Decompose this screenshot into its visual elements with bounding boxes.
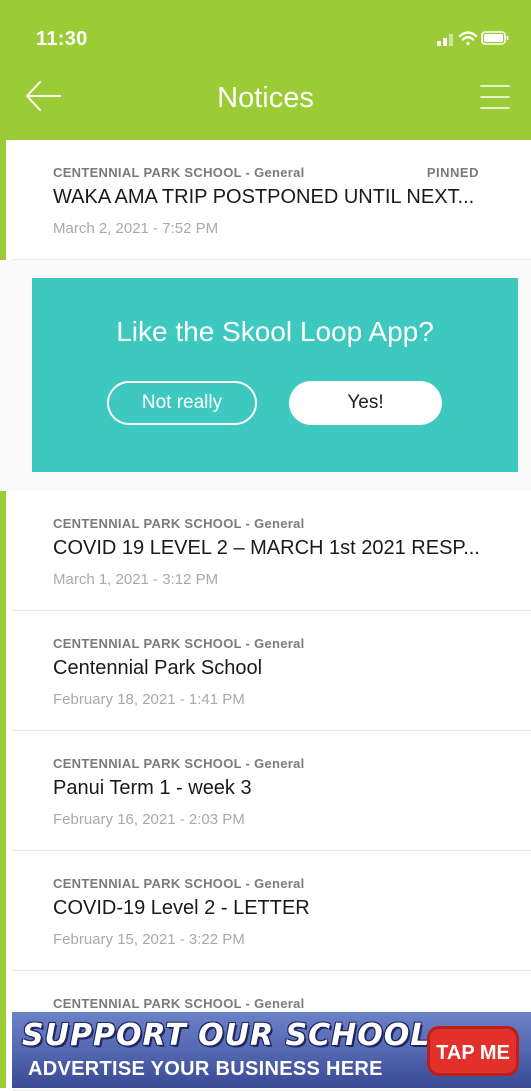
notice-date: February 18, 2021 - 1:41 PM	[53, 691, 245, 708]
ad-banner[interactable]: SUPPORT OUR SCHOOL... ADVERTISE YOUR BUS…	[12, 1012, 531, 1088]
notice-category: CENTENNIAL PARK SCHOOL - General	[53, 165, 305, 180]
notice-category: CENTENNIAL PARK SCHOOL - General	[53, 876, 305, 891]
app-header: 11:30 Notices	[0, 0, 531, 140]
notice-category: CENTENNIAL PARK SCHOOL - General	[53, 996, 305, 1011]
list-item[interactable]: CENTENNIAL PARK SCHOOL - General COVID-1…	[13, 851, 531, 971]
notice-date: February 16, 2021 - 2:03 PM	[53, 811, 245, 828]
notice-title: WAKA AMA TRIP POSTPONED UNTIL NEXT...	[53, 186, 475, 208]
notice-date: February 15, 2021 - 3:22 PM	[53, 931, 245, 948]
list-item[interactable]: CENTENNIAL PARK SCHOOL - General Centenn…	[13, 611, 531, 731]
wifi-icon	[458, 31, 478, 46]
rate-app-banner: Like the Skool Loop App? Not really Yes!	[32, 278, 518, 472]
notice-category: CENTENNIAL PARK SCHOOL - General	[53, 756, 305, 771]
accent-bar	[0, 491, 6, 1088]
yes-button[interactable]: Yes!	[289, 381, 442, 425]
ad-headline: SUPPORT OUR SCHOOL...	[22, 1018, 468, 1053]
notice-title: COVID-19 Level 2 - LETTER	[53, 897, 310, 919]
notice-category: CENTENNIAL PARK SCHOOL - General	[53, 516, 305, 531]
battery-icon	[481, 31, 509, 45]
pinned-badge: PINNED	[426, 165, 479, 180]
list-item[interactable]: CENTENNIAL PARK SCHOOL - General COVID 1…	[13, 491, 531, 611]
notice-title: COVID 19 LEVEL 2 – MARCH 1st 2021 RESP..…	[53, 537, 480, 559]
status-time: 11:30	[36, 28, 88, 50]
promo-title: Like the Skool Loop App?	[116, 316, 434, 347]
not-really-button[interactable]: Not really	[107, 381, 257, 425]
hamburger-menu-icon[interactable]	[479, 82, 511, 112]
notice-category: CENTENNIAL PARK SCHOOL - General	[53, 636, 305, 651]
notice-title: Centennial Park School	[53, 657, 263, 679]
page-title: Notices	[217, 82, 314, 114]
notice-date: March 2, 2021 - 7:52 PM	[53, 220, 219, 237]
notice-date: March 1, 2021 - 3:12 PM	[53, 571, 219, 588]
ad-subline: ADVERTISE YOUR BUSINESS HERE	[28, 1058, 383, 1080]
list-item[interactable]: CENTENNIAL PARK SCHOOL - General Panui T…	[13, 731, 531, 851]
signal-icon	[437, 34, 453, 46]
accent-bar	[0, 140, 6, 260]
list-item[interactable]: CENTENNIAL PARK SCHOOL - General PINNED …	[13, 140, 531, 260]
tap-me-button[interactable]: TAP ME	[427, 1026, 519, 1076]
status-icons	[437, 31, 509, 46]
notice-title: Panui Term 1 - week 3	[53, 777, 252, 799]
